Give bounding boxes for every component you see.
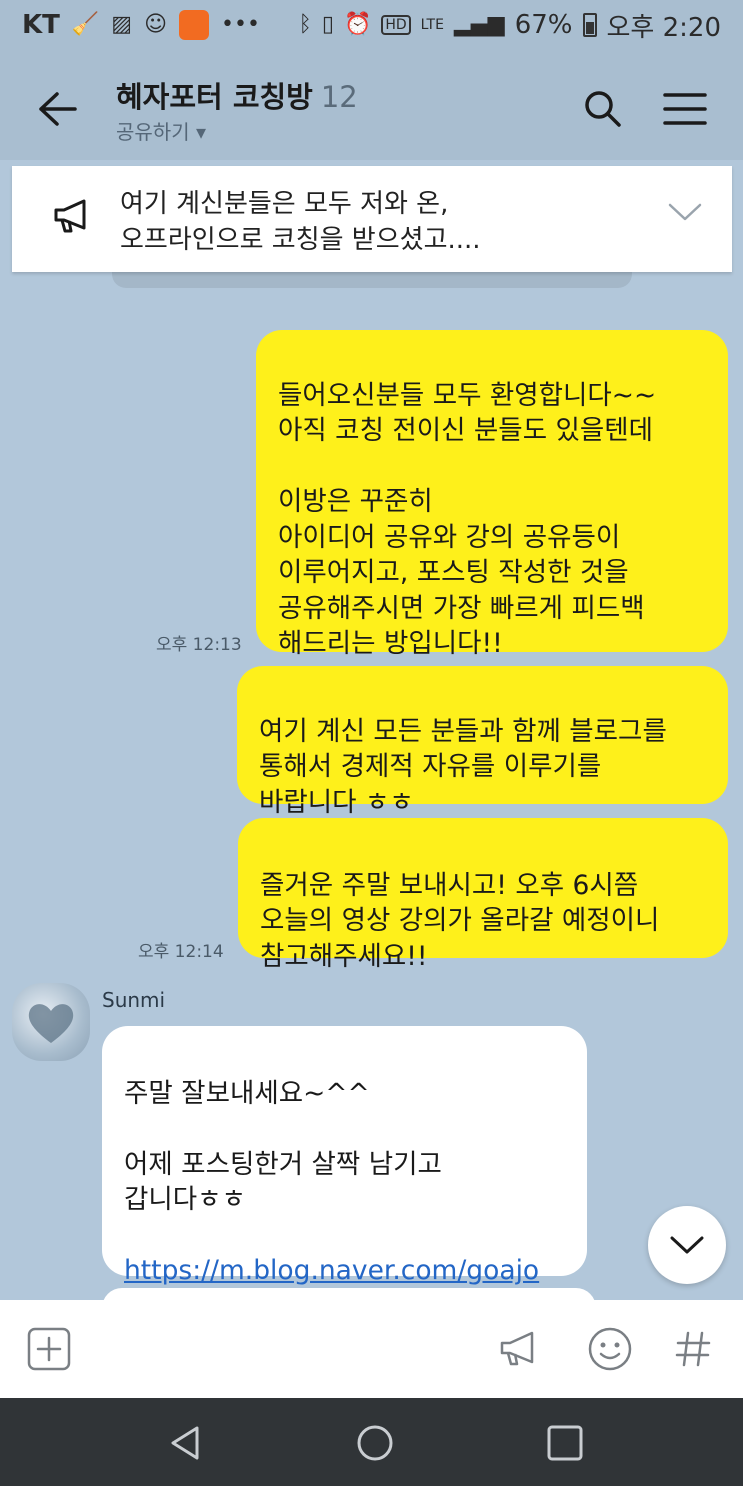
avatar[interactable] xyxy=(12,983,90,1061)
scroll-to-bottom-button[interactable] xyxy=(648,1206,726,1284)
notice-shadow xyxy=(112,272,632,288)
square-recents-icon xyxy=(547,1425,583,1461)
vibrate-icon: ▯ xyxy=(321,12,334,37)
menu-button[interactable] xyxy=(660,84,710,134)
nav-back-button[interactable] xyxy=(158,1416,212,1470)
image-icon: ▨ xyxy=(111,12,133,37)
bluetooth-icon: ᛒ xyxy=(298,12,312,37)
share-button[interactable]: 공유하기 ▾ xyxy=(116,116,206,145)
hamburger-menu-icon xyxy=(663,93,707,125)
more-dots-icon: ••• xyxy=(221,12,260,37)
message-text: 즐거운 주말 보내시고! 오후 6시쯤 오늘의 영상 강의가 올라갈 예정이니 … xyxy=(260,869,660,972)
system-nav-bar xyxy=(0,1398,743,1486)
nav-home-button[interactable] xyxy=(348,1416,402,1470)
attach-button[interactable] xyxy=(22,1322,76,1376)
notice-banner[interactable]: 여기 계신분들은 모두 저와 온, 오프라인으로 코칭을 받으셨고.... xyxy=(12,166,732,272)
emoji-button[interactable] xyxy=(583,1322,637,1376)
face-icon: ☺ xyxy=(144,12,168,37)
back-button[interactable] xyxy=(32,84,82,134)
megaphone-icon xyxy=(500,1331,534,1366)
message-text: 들어오신분들 모두 환영합니다~~ 아직 코칭 전이신 분들도 있을텐데 이방은… xyxy=(278,379,657,660)
network-label: LTE xyxy=(420,17,444,33)
member-count: 12 xyxy=(320,80,358,114)
circle-home-icon xyxy=(357,1425,393,1461)
message-bubble-mine[interactable]: 여기 계신 모든 분들과 함께 블로그를 통해서 경제적 자유를 이루기를 바랍… xyxy=(237,666,728,818)
carrier-label: KT xyxy=(22,10,60,40)
back-arrow-icon xyxy=(39,92,77,126)
message-time: 오후 12:13 xyxy=(156,635,242,655)
message-bubble-other[interactable]: 주말 잘보내세요~^^ 어제 포스팅한거 살짝 남기고 갑니다ㅎㅎ https:… xyxy=(102,1026,587,1322)
search-button[interactable] xyxy=(578,84,628,134)
hashtag-button[interactable] xyxy=(666,1322,720,1376)
message-time: 오후 12:14 xyxy=(138,942,224,962)
plus-box-icon xyxy=(27,1327,71,1371)
signal-icon: ▂▄▆ xyxy=(453,12,505,37)
message-bubble-mine[interactable]: 들어오신분들 모두 환영합니다~~ 아직 코칭 전이신 분들도 있을텐데 이방은… xyxy=(256,330,728,659)
broom-icon: 🧹 xyxy=(71,12,100,37)
sender-name: Sunmi xyxy=(102,988,166,1012)
chevron-down-icon xyxy=(670,1236,704,1254)
search-icon xyxy=(585,91,621,127)
hd-icon: HD xyxy=(381,15,411,35)
alarm-icon: ⏰ xyxy=(343,12,372,37)
message-input-bar xyxy=(0,1300,743,1398)
chat-title: 혜자포터 코칭방 12 xyxy=(116,74,358,116)
battery-icon xyxy=(582,13,597,37)
status-bar: KT 🧹 ▨ ☺ ••• ᛒ ▯ ⏰ HD LTE ▂▄▆ 67% 오후 2:2… xyxy=(0,0,743,50)
app-notification-icon xyxy=(179,10,210,40)
heart-cloud-icon xyxy=(28,1004,74,1043)
megaphone-icon xyxy=(54,199,86,233)
smiley-icon xyxy=(588,1327,632,1371)
notice-text: 여기 계신분들은 모두 저와 온, 오프라인으로 코칭을 받으셨고.... xyxy=(120,189,481,255)
message-text: 주말 잘보내세요~^^ 어제 포스팅한거 살짝 남기고 갑니다ㅎㅎ xyxy=(124,1077,442,1216)
message-text: 여기 계신 모든 분들과 함께 블로그를 통해서 경제적 자유를 이루기를 바랍… xyxy=(259,715,667,818)
battery-percent: 67% xyxy=(514,10,573,40)
shout-button[interactable] xyxy=(492,1322,546,1376)
chat-header: 혜자포터 코칭방 12 공유하기 ▾ xyxy=(0,50,743,160)
nav-recents-button[interactable] xyxy=(538,1416,592,1470)
chevron-down-icon[interactable] xyxy=(668,202,702,222)
message-bubble-mine[interactable]: 즐거운 주말 보내시고! 오후 6시쯤 오늘의 영상 강의가 올라갈 예정이니 … xyxy=(238,818,728,972)
chat-room-name: 혜자포터 코칭방 xyxy=(116,80,313,114)
hashtag-icon xyxy=(675,1331,711,1367)
triangle-back-icon xyxy=(171,1426,199,1460)
clock: 오후 2:20 xyxy=(606,12,722,43)
